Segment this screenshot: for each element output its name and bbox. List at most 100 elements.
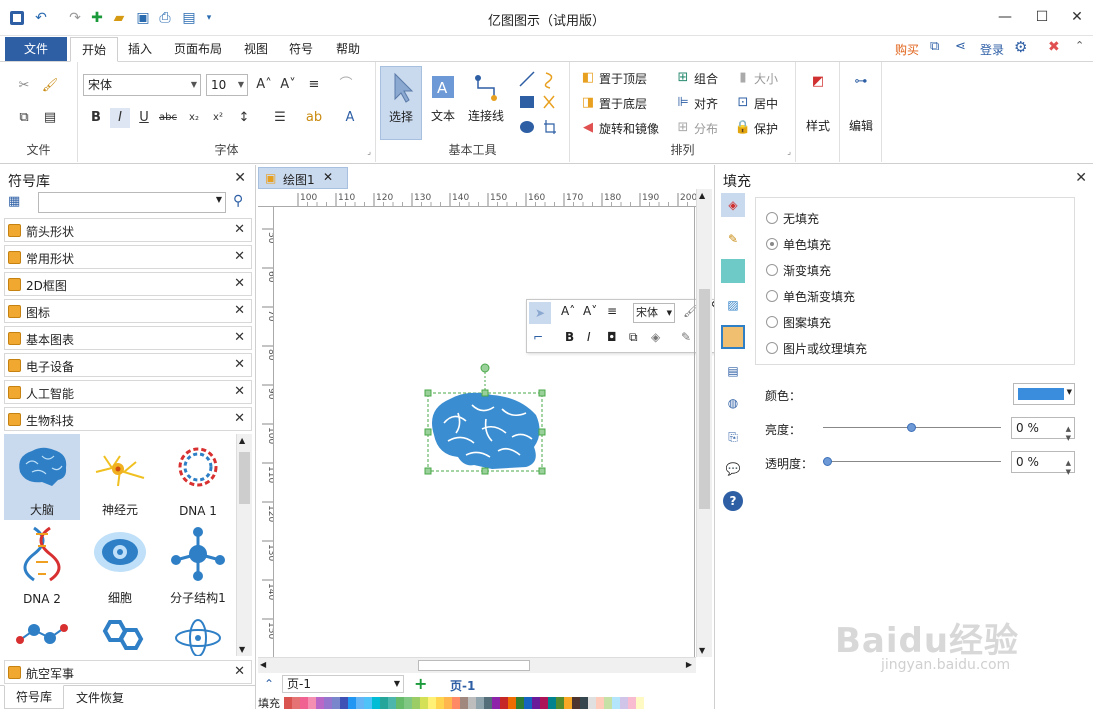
color-swatch-cell[interactable] [388, 697, 396, 709]
attachment-side-icon[interactable]: ⎘ [721, 425, 745, 449]
tab-view[interactable]: 视图 [233, 37, 279, 62]
menu-file[interactable]: 文件 [5, 37, 67, 61]
add-page-icon[interactable]: + [414, 674, 427, 693]
float-line-icon[interactable]: ✎ [681, 330, 691, 344]
resize-handle[interactable] [538, 428, 546, 436]
layer-side-icon[interactable] [721, 325, 745, 349]
float-bold-icon[interactable]: B [565, 330, 574, 344]
feedback-icon[interactable]: ⧉ [930, 39, 939, 54]
color-swatch-cell[interactable] [332, 697, 340, 709]
distribute-button[interactable]: 分布 [694, 120, 718, 137]
color-swatches[interactable] [284, 697, 644, 709]
category-icons[interactable]: 图标 ✕ [4, 299, 252, 323]
page-properties-side-icon[interactable]: ▤ [721, 359, 745, 383]
format-painter-icon[interactable]: 🖌 [40, 76, 60, 96]
image-side-icon[interactable]: ▨ [721, 293, 745, 317]
library-search-input[interactable]: ▼ [38, 192, 226, 213]
shrink-font-icon[interactable]: A˅ [278, 75, 298, 95]
library-grid-icon[interactable]: ▦ [8, 194, 20, 209]
color-swatch-cell[interactable] [604, 697, 612, 709]
page-tab[interactable]: 页-1 [450, 677, 475, 694]
close-window-button[interactable]: ✕ [1062, 6, 1092, 28]
undo-icon[interactable]: ↶ [32, 9, 50, 27]
color-swatch-cell[interactable] [468, 697, 476, 709]
radio-single-gradient-fill[interactable] [766, 290, 778, 302]
scroll-thumb[interactable] [699, 289, 710, 509]
scroll-thumb[interactable] [418, 660, 530, 671]
globe-side-icon[interactable]: ◍ [721, 391, 745, 415]
tab-help[interactable]: 帮助 [325, 37, 371, 62]
close-category-icon[interactable]: ✕ [234, 411, 245, 426]
shape-tools-icons[interactable] [516, 70, 566, 136]
category-common-shapes[interactable]: 常用形状 ✕ [4, 245, 252, 269]
color-swatch-cell[interactable] [380, 697, 388, 709]
color-swatch-cell[interactable] [548, 697, 556, 709]
close-library-icon[interactable]: ✕ [234, 170, 246, 186]
edit-button[interactable]: 编辑 [849, 117, 873, 134]
tab-page-layout[interactable]: 页面布局 [163, 37, 233, 62]
color-swatch-cell[interactable] [484, 697, 492, 709]
color-swatch-cell[interactable] [516, 697, 524, 709]
size-button[interactable]: 大小 [754, 70, 778, 87]
bullets-icon[interactable]: ☰ [270, 108, 290, 128]
radio-solid-fill[interactable] [766, 238, 778, 250]
float-front-icon[interactable]: ◘ [607, 330, 617, 344]
library-scrollbar[interactable]: ▲ ▼ [236, 434, 252, 656]
float-back-icon[interactable]: ⧉ [629, 330, 638, 345]
text-shape-icon[interactable]: ⌒ [336, 75, 356, 95]
symbol-atom[interactable] [160, 612, 236, 656]
color-swatch-cell[interactable] [564, 697, 572, 709]
font-family-select[interactable]: 宋体 ▼ [83, 74, 201, 96]
open-file-icon[interactable]: ▰ [110, 9, 128, 27]
subscript-icon[interactable]: x₂ [184, 108, 204, 128]
shadow-side-icon[interactable] [721, 259, 745, 283]
selected-shape[interactable] [422, 363, 548, 475]
close-category-icon[interactable]: ✕ [234, 222, 245, 237]
resize-handle[interactable] [424, 467, 432, 475]
color-swatch-cell[interactable] [396, 697, 404, 709]
underline-icon[interactable]: U [134, 108, 154, 128]
color-swatch-cell[interactable] [428, 697, 436, 709]
color-swatch-cell[interactable] [540, 697, 548, 709]
color-swatch-cell[interactable] [412, 697, 420, 709]
paste-icon[interactable]: ▤ [40, 108, 60, 128]
line-side-icon[interactable]: ✎ [721, 227, 745, 251]
close-category-icon[interactable]: ✕ [234, 664, 245, 679]
superscript-icon[interactable]: x² [208, 108, 228, 128]
scroll-thumb[interactable] [239, 452, 250, 504]
float-italic-icon[interactable]: I [587, 330, 591, 344]
color-swatch-cell[interactable] [324, 697, 332, 709]
transparency-input[interactable]: 0 % ▲ ▼ [1011, 451, 1075, 476]
symbol-molecule-2[interactable] [4, 612, 80, 656]
category-arrows[interactable]: 箭头形状 ✕ [4, 218, 252, 242]
help-side-icon[interactable]: ? [723, 491, 743, 511]
select-tool-button[interactable]: 选择 [380, 66, 422, 140]
category-basic-charts[interactable]: 基本图表 ✕ [4, 326, 252, 350]
color-swatch-cell[interactable] [372, 697, 380, 709]
quick-access-menu-icon[interactable]: ▾ [200, 9, 218, 27]
scroll-left-icon[interactable]: ◀ [260, 660, 266, 669]
tab-insert[interactable]: 插入 [117, 37, 163, 62]
align-icon[interactable]: ≡ [304, 75, 324, 95]
export-icon[interactable]: ▤ [180, 9, 198, 27]
copy-icon[interactable]: ⧉ [14, 108, 34, 128]
close-category-icon[interactable]: ✕ [234, 303, 245, 318]
print-icon[interactable]: ⎙ [156, 9, 174, 27]
tab-symbol-library[interactable]: 符号库 [4, 685, 64, 709]
send-back-button[interactable]: 置于底层 [599, 95, 647, 112]
align-button[interactable]: 对齐 [694, 95, 718, 112]
color-swatch-cell[interactable] [444, 697, 452, 709]
canvas-horizontal-scrollbar[interactable]: ◀ ▶ [258, 657, 696, 673]
color-swatch-cell[interactable] [292, 697, 300, 709]
rotate-handle[interactable] [480, 363, 490, 373]
category-ai[interactable]: 人工智能 ✕ [4, 380, 252, 404]
resize-handle[interactable] [481, 389, 489, 397]
strikethrough-icon[interactable]: abc [158, 108, 178, 128]
resize-handle[interactable] [424, 428, 432, 436]
float-connector-icon[interactable]: ⌐ [533, 330, 543, 344]
float-pointer-icon[interactable]: ➤ [529, 302, 551, 324]
color-swatch-cell[interactable] [492, 697, 500, 709]
color-swatch-cell[interactable] [572, 697, 580, 709]
font-color-icon[interactable]: A [340, 108, 360, 128]
text-tool-button[interactable]: A 文本 [422, 66, 464, 140]
